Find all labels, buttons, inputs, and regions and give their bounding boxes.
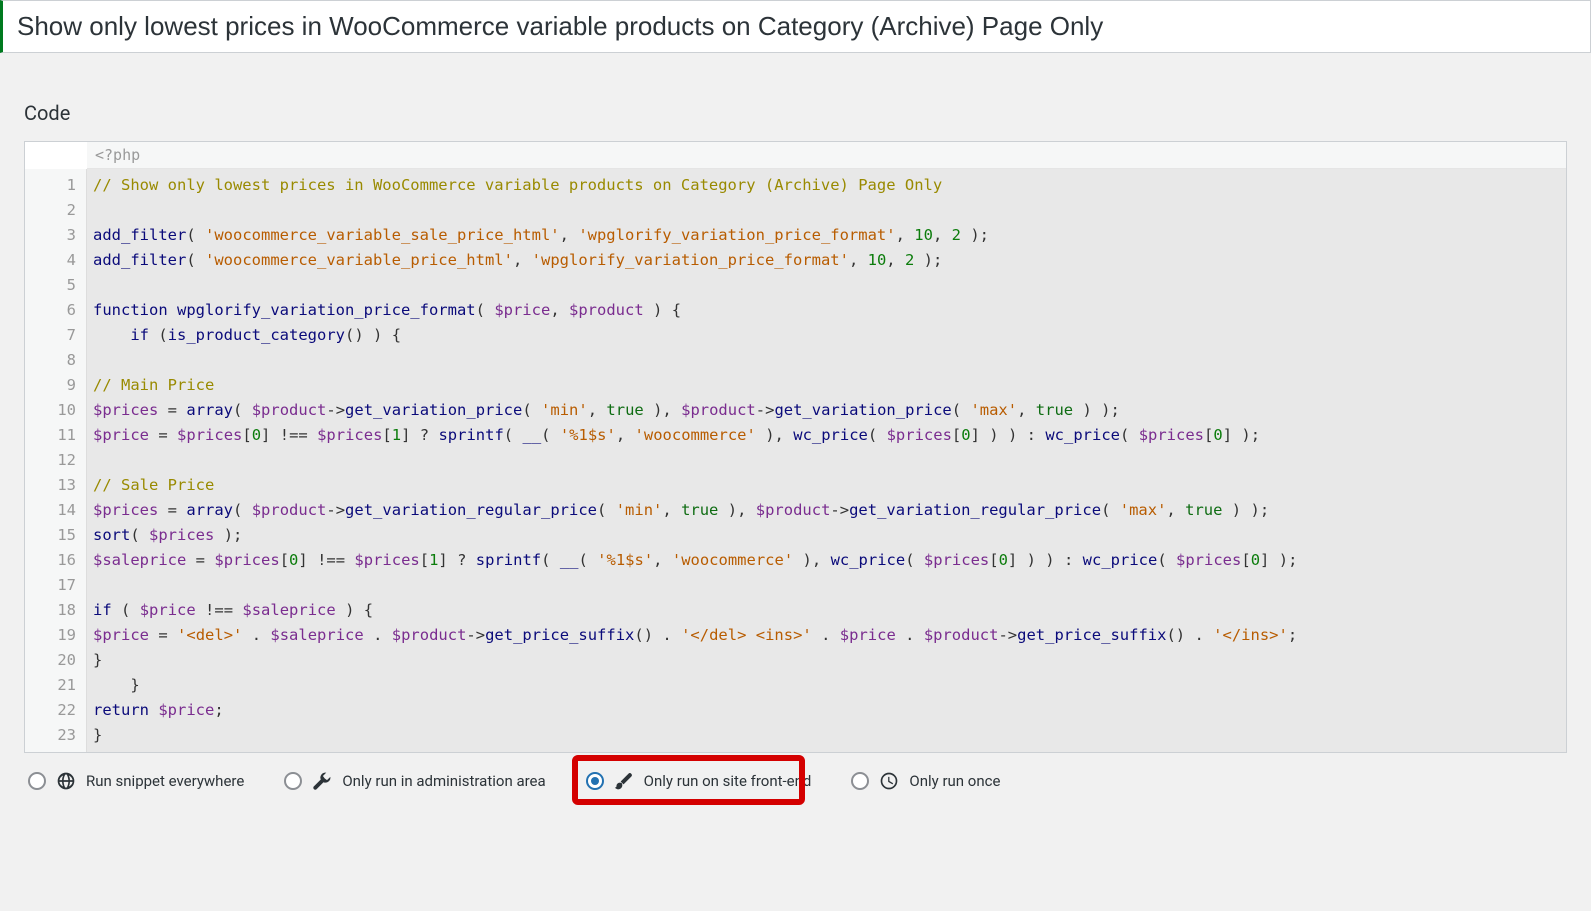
scope-option-admin[interactable]: Only run in administration area — [284, 771, 545, 791]
line-number: 5 — [25, 273, 76, 298]
line-number: 6 — [25, 298, 76, 323]
code-line[interactable]: add_filter( 'woocommerce_variable_price_… — [93, 248, 1560, 273]
brush-icon — [614, 771, 634, 791]
line-number: 13 — [25, 473, 76, 498]
code-line[interactable]: return $price; — [93, 698, 1560, 723]
scope-option-label: Only run in administration area — [342, 772, 545, 790]
scope-option-everywhere[interactable]: Run snippet everywhere — [28, 771, 244, 791]
line-number: 10 — [25, 398, 76, 423]
line-number: 20 — [25, 648, 76, 673]
code-line[interactable] — [93, 573, 1560, 598]
code-line[interactable]: if (is_product_category() ) { — [93, 323, 1560, 348]
code-line[interactable]: function wpglorify_variation_price_forma… — [93, 298, 1560, 323]
line-number: 17 — [25, 573, 76, 598]
code-line[interactable]: // Main Price — [93, 373, 1560, 398]
scope-option-label: Only run on site front-end — [644, 772, 812, 790]
scope-option-frontend[interactable]: Only run on site front-end — [586, 771, 812, 791]
line-number: 4 — [25, 248, 76, 273]
globe-icon — [56, 771, 76, 791]
code-line[interactable]: } — [93, 673, 1560, 698]
line-number: 15 — [25, 523, 76, 548]
scope-option-label: Run snippet everywhere — [86, 772, 244, 790]
line-number: 9 — [25, 373, 76, 398]
code-content[interactable]: // Show only lowest prices in WooCommerc… — [87, 169, 1566, 752]
code-line[interactable]: $prices = array( $product->get_variation… — [93, 398, 1560, 423]
code-line[interactable]: add_filter( 'woocommerce_variable_sale_p… — [93, 223, 1560, 248]
code-line[interactable]: $saleprice = $prices[0] !== $prices[1] ?… — [93, 548, 1560, 573]
line-number: 2 — [25, 198, 76, 223]
scope-option-once[interactable]: Only run once — [851, 771, 1000, 791]
line-number: 23 — [25, 723, 76, 748]
clock-icon — [879, 771, 899, 791]
scope-radio-group: Run snippet everywhere Only run in admini… — [24, 753, 1567, 791]
line-number: 16 — [25, 548, 76, 573]
code-line[interactable]: $prices = array( $product->get_variation… — [93, 498, 1560, 523]
code-line[interactable]: } — [93, 648, 1560, 673]
line-number: 12 — [25, 448, 76, 473]
code-line[interactable]: // Sale Price — [93, 473, 1560, 498]
code-line[interactable] — [93, 273, 1560, 298]
scope-option-label: Only run once — [909, 772, 1000, 790]
radio-indicator[interactable] — [851, 772, 869, 790]
line-number: 18 — [25, 598, 76, 623]
line-number: 21 — [25, 673, 76, 698]
code-line[interactable]: $price = '<del>' . $saleprice . $product… — [93, 623, 1560, 648]
code-line[interactable] — [93, 448, 1560, 473]
code-line[interactable]: sort( $prices ); — [93, 523, 1560, 548]
line-number: 19 — [25, 623, 76, 648]
code-editor[interactable]: <?php 1234567891011121314151617181920212… — [24, 141, 1567, 753]
php-open-tag: <?php — [87, 142, 1566, 169]
line-number: 22 — [25, 698, 76, 723]
line-number: 8 — [25, 348, 76, 373]
line-number: 1 — [25, 173, 76, 198]
code-line[interactable]: if ( $price !== $saleprice ) { — [93, 598, 1560, 623]
code-line[interactable]: // Show only lowest prices in WooCommerc… — [93, 173, 1560, 198]
line-number: 11 — [25, 423, 76, 448]
snippet-title-input[interactable] — [0, 0, 1591, 53]
code-line[interactable]: $price = $prices[0] !== $prices[1] ? spr… — [93, 423, 1560, 448]
radio-indicator[interactable] — [586, 772, 604, 790]
code-line[interactable] — [93, 198, 1560, 223]
line-number: 3 — [25, 223, 76, 248]
wrench-icon — [312, 771, 332, 791]
code-line[interactable] — [93, 348, 1560, 373]
line-number: 14 — [25, 498, 76, 523]
radio-indicator[interactable] — [28, 772, 46, 790]
code-section-heading: Code — [24, 101, 1567, 125]
line-number: 7 — [25, 323, 76, 348]
line-number-gutter: 1234567891011121314151617181920212223 — [25, 169, 87, 752]
radio-indicator[interactable] — [284, 772, 302, 790]
code-line[interactable]: } — [93, 723, 1560, 748]
